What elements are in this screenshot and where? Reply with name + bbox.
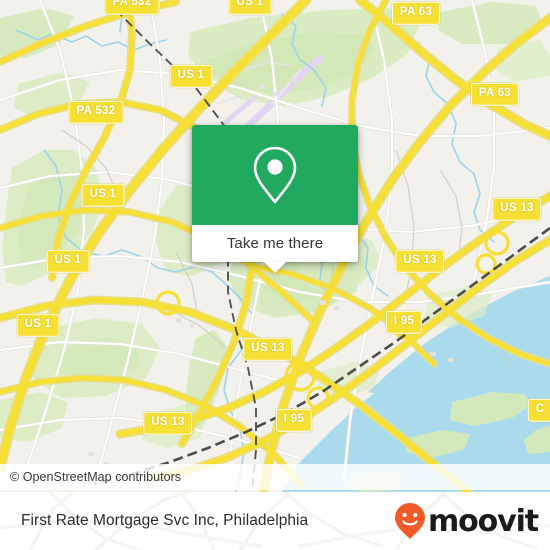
road-shield: US 1 bbox=[46, 249, 90, 273]
road-shield: US 13 bbox=[143, 411, 193, 435]
map-attribution-bar: © OpenStreetMap contributors bbox=[0, 464, 550, 490]
place-title: First Rate Mortgage Svc Inc, Philadelphi… bbox=[21, 512, 309, 529]
road-shield: US 1 bbox=[16, 313, 60, 337]
road-shield: PA 63 bbox=[391, 1, 441, 25]
road-shield: PA 532 bbox=[68, 100, 124, 124]
road-shield: US 1 bbox=[81, 183, 125, 207]
road-shield: US 13 bbox=[492, 197, 542, 221]
footer-content: First Rate Mortgage Svc Inc, Philadelphi… bbox=[0, 492, 550, 550]
moovit-smiley-pin-icon bbox=[394, 503, 425, 539]
road-shield: PA 532 bbox=[104, 0, 160, 15]
moovit-wordmark: moovit bbox=[427, 503, 539, 539]
road-shield: C bbox=[527, 398, 550, 422]
road-shield: US 13 bbox=[243, 337, 293, 361]
callout-pointer-tail bbox=[264, 262, 286, 273]
footer-bar: First Rate Mortgage Svc Inc, Philadelphi… bbox=[0, 492, 550, 550]
road-shield: PA 63 bbox=[470, 82, 520, 106]
road-shield: US 13 bbox=[395, 249, 445, 273]
take-me-there-label: Take me there bbox=[226, 235, 324, 252]
take-me-there-button[interactable]: Take me there bbox=[192, 225, 358, 262]
place-callout-card[interactable]: Take me there bbox=[192, 125, 358, 273]
road-shield: I 95 bbox=[385, 310, 423, 334]
moovit-brand[interactable]: moovit bbox=[393, 502, 550, 540]
road-shield: US 1 bbox=[228, 0, 272, 15]
osm-attribution-text[interactable]: © OpenStreetMap contributors bbox=[0, 470, 181, 484]
road-shield: I 95 bbox=[275, 408, 313, 432]
map-pin-icon bbox=[253, 146, 297, 204]
moovit-map-screenshot: PA 532 US 1 PA 63 US 1 PA 63 PA 532 US 1 US 13 U… bbox=[0, 0, 550, 550]
callout-image-panel bbox=[192, 125, 358, 225]
map-canvas[interactable]: PA 532 US 1 PA 63 US 1 PA 63 PA 532 US 1 US 13 U… bbox=[0, 0, 550, 492]
road-shield: US 1 bbox=[169, 64, 213, 88]
